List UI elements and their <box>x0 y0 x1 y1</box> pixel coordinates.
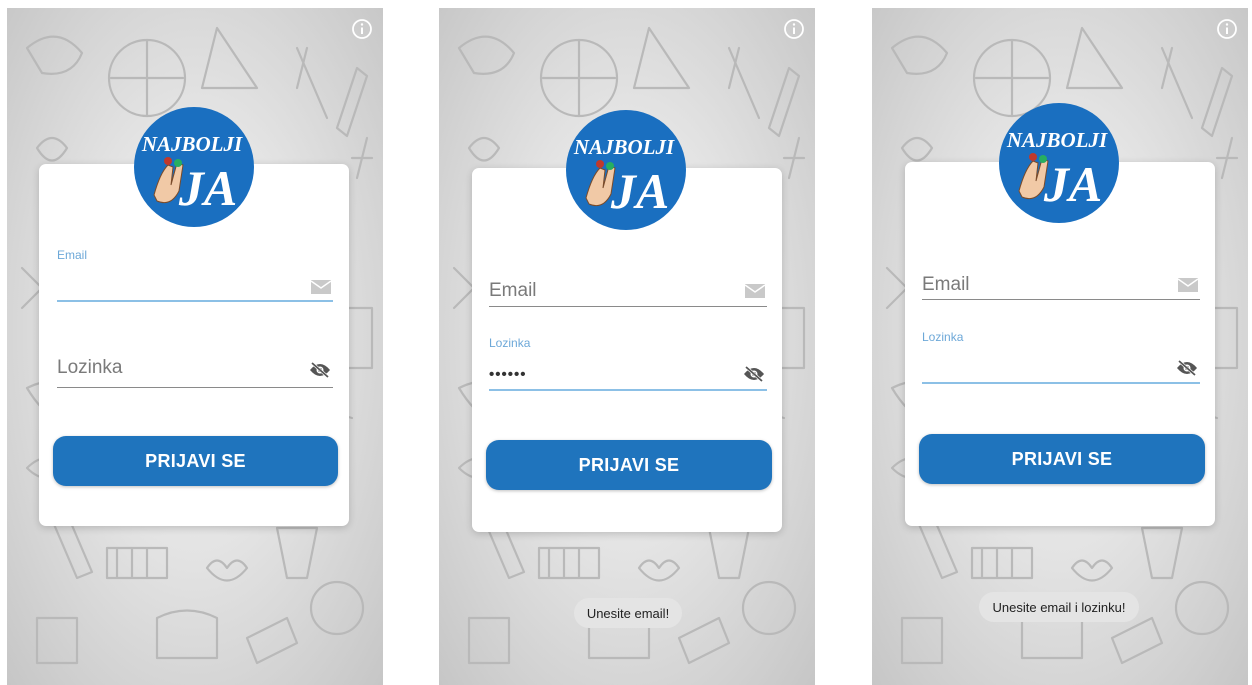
logo-line2: JA <box>610 163 669 219</box>
password-placeholder: Lozinka <box>57 357 123 378</box>
info-icon[interactable] <box>1216 18 1238 40</box>
login-screen-missing-both: NAJBOLJI JA Email Lozinka PRIJAVI SE Une… <box>872 8 1248 685</box>
eye-off-icon[interactable] <box>743 365 765 383</box>
envelope-icon <box>1178 278 1198 292</box>
password-label: Lozinka <box>489 336 531 350</box>
logo-line1: NAJBOLJI <box>141 132 243 156</box>
email-label: Email <box>57 248 88 262</box>
toast-message: Unesite email! <box>574 598 682 628</box>
info-icon[interactable] <box>783 18 805 40</box>
login-button[interactable]: PRIJAVI SE <box>486 440 772 490</box>
logo: NAJBOLJI JA <box>566 110 686 230</box>
envelope-icon <box>745 284 765 298</box>
email-placeholder: Email <box>922 274 970 295</box>
password-underline <box>922 382 1200 384</box>
logo: NAJBOLJI JA <box>999 103 1119 223</box>
envelope-icon <box>311 280 331 294</box>
login-button[interactable]: PRIJAVI SE <box>53 436 338 486</box>
login-button[interactable]: PRIJAVI SE <box>919 434 1205 484</box>
password-field[interactable]: Lozinka <box>57 353 333 389</box>
email-underline <box>57 300 333 302</box>
password-field[interactable]: Lozinka <box>922 330 1200 386</box>
logo: NAJBOLJI JA <box>134 107 254 227</box>
email-field[interactable]: Email <box>922 268 1200 304</box>
eye-off-icon[interactable] <box>309 361 331 379</box>
logo-line1: NAJBOLJI <box>573 135 675 159</box>
login-screen-empty: NAJBOLJI JA Email Lozinka PRIJAVI SE <box>7 8 383 685</box>
password-value: •••••• <box>489 366 527 383</box>
login-screen-missing-email: NAJBOLJI JA Email Lozinka •••••• PRIJAVI… <box>439 8 815 685</box>
password-underline <box>57 387 333 388</box>
email-underline <box>489 306 767 307</box>
password-underline <box>489 389 767 391</box>
logo-line1: NAJBOLJI <box>1006 128 1108 152</box>
email-placeholder: Email <box>489 280 537 301</box>
email-field[interactable]: Email <box>489 274 767 310</box>
eye-off-icon[interactable] <box>1176 359 1198 377</box>
password-label: Lozinka <box>922 330 964 344</box>
email-underline <box>922 299 1200 300</box>
logo-line2: JA <box>1043 156 1102 212</box>
logo-line2: JA <box>178 160 237 216</box>
password-field[interactable]: Lozinka •••••• <box>489 336 767 392</box>
info-icon[interactable] <box>351 18 373 40</box>
toast-message: Unesite email i lozinku! <box>979 592 1139 622</box>
email-field[interactable]: Email <box>57 248 333 304</box>
